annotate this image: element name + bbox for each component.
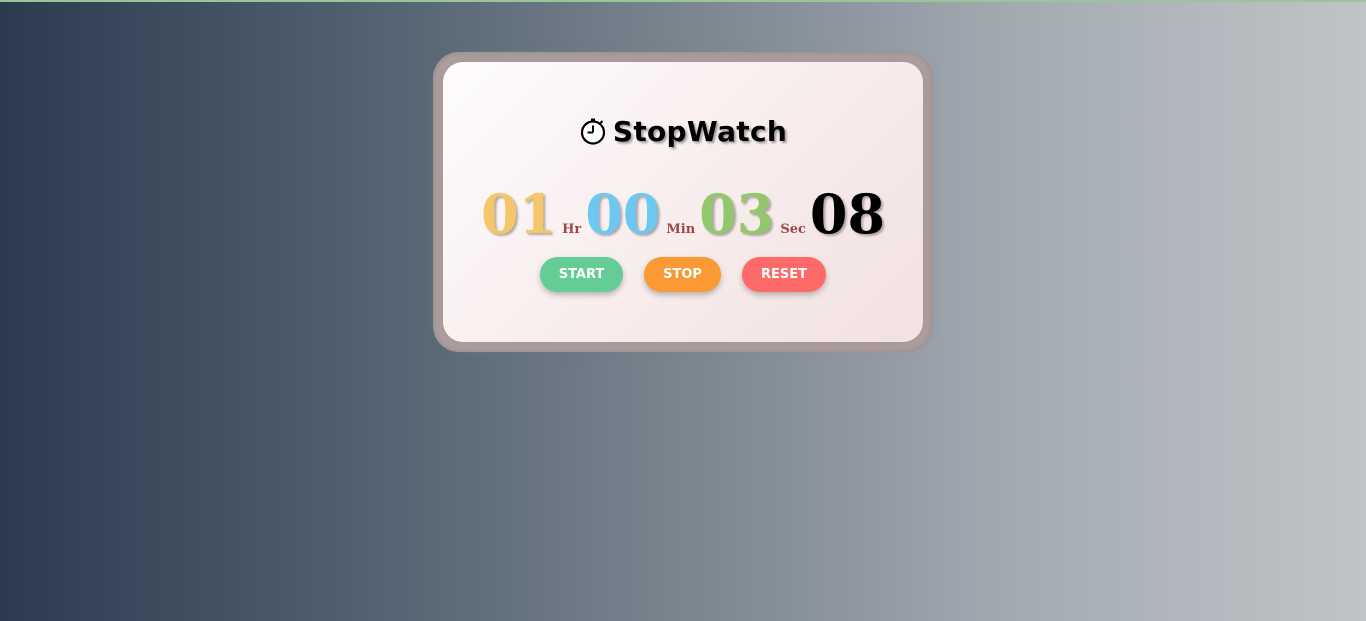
seconds-unit: Sec: [780, 222, 806, 237]
app-title: StopWatch: [443, 115, 923, 152]
app-title-text: StopWatch: [612, 115, 788, 148]
stopwatch-icon: [579, 117, 607, 152]
controls: START STOP RESET: [443, 257, 923, 292]
reset-button[interactable]: RESET: [742, 257, 826, 292]
top-border-line: [0, 0, 1366, 2]
minutes-value: 00: [585, 182, 661, 246]
seconds-value: 03: [699, 182, 775, 246]
stop-button[interactable]: STOP: [644, 257, 721, 292]
milliseconds-value: 08: [809, 182, 886, 246]
stopwatch-card: StopWatch 01 Hr00 Min03 Sec08 START STOP RESE…: [443, 62, 923, 342]
stopwatch-card-frame: StopWatch 01 Hr00 Min03 Sec08 START STOP RESE…: [433, 52, 933, 352]
start-button[interactable]: START: [540, 257, 623, 292]
hours-value: 01: [480, 182, 557, 246]
minutes-unit: Min: [666, 222, 696, 237]
time-display: 01 Hr00 Min03 Sec08: [443, 187, 923, 241]
hours-unit: Hr: [562, 222, 582, 237]
